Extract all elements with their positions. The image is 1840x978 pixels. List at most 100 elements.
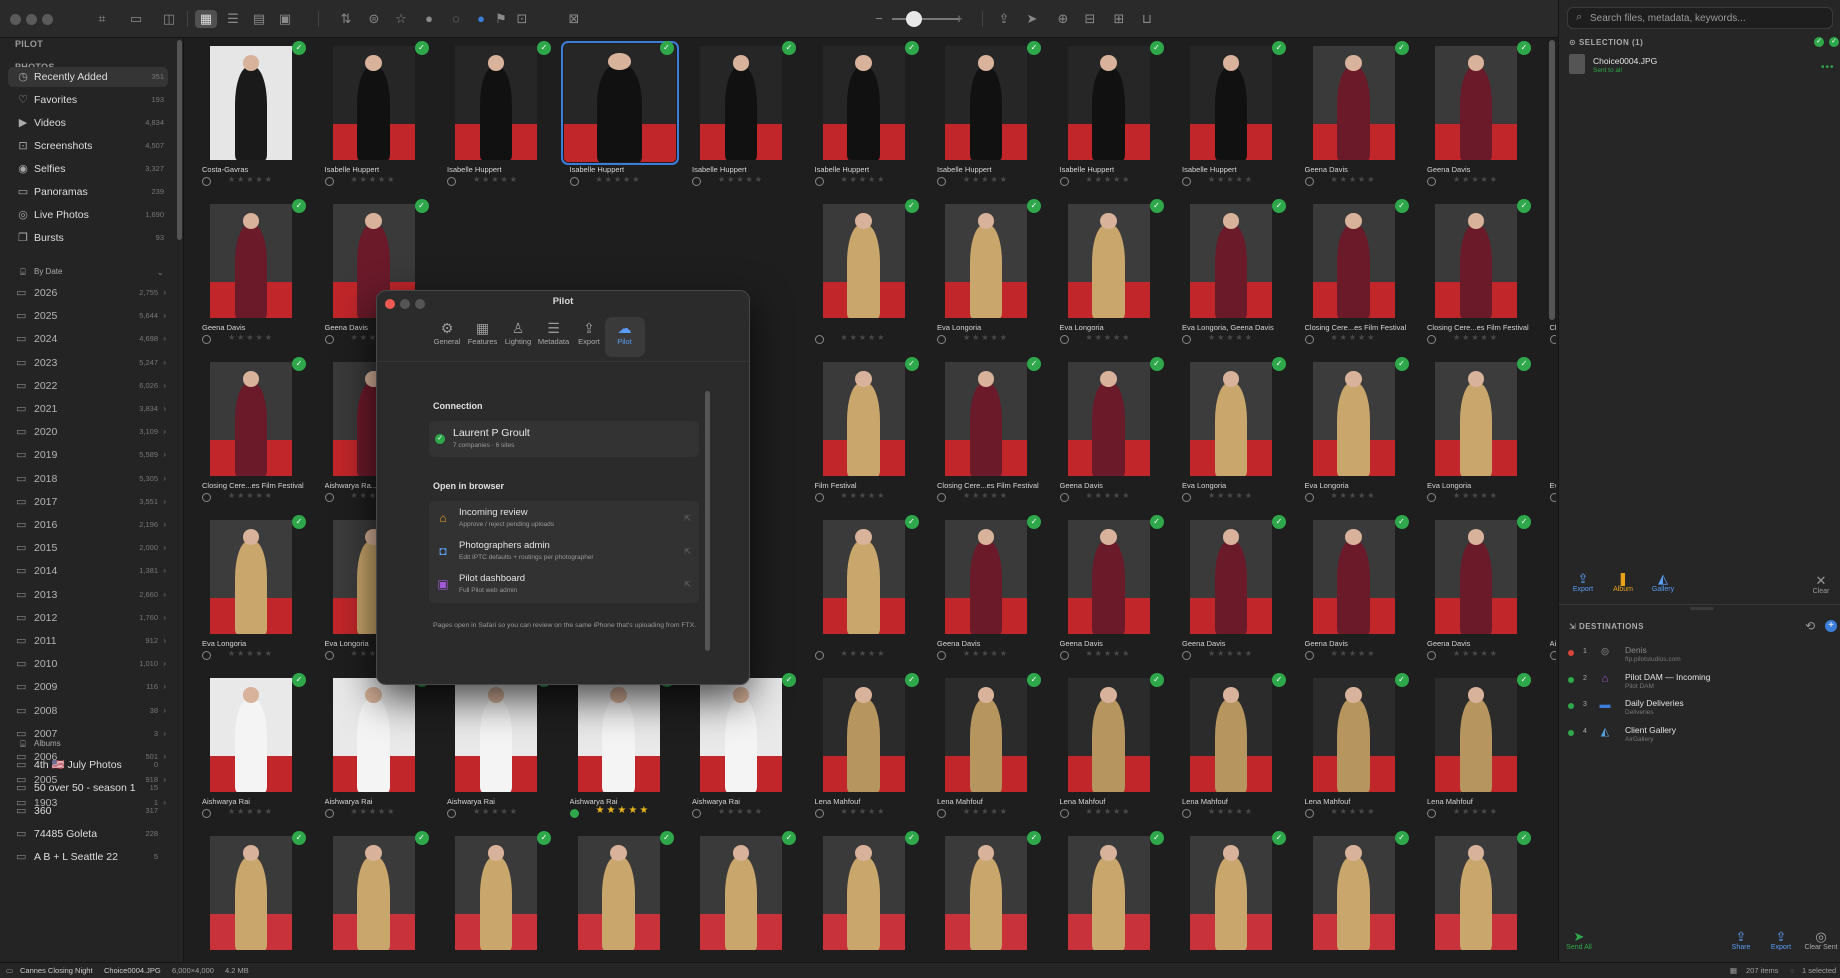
star-rating[interactable]: ★★★★★	[1453, 333, 1499, 342]
select-checkbox[interactable]	[692, 177, 701, 186]
sidebar-year-2021[interactable]: ▭ 2021 3,834 ›	[8, 399, 168, 419]
star-rating[interactable]: ★★★★★	[1086, 807, 1132, 816]
photo-thumbnail[interactable]	[332, 46, 415, 160]
star-rating[interactable]: ★★★★★	[841, 175, 887, 184]
photo-thumbnail[interactable]	[700, 836, 782, 950]
sidebar-year-2022[interactable]: ▭ 2022 6,026 ›	[8, 376, 168, 396]
sidebar-year-2020[interactable]: ▭ 2020 3,109 ›	[8, 422, 168, 442]
star-rating[interactable]: ★★★★★	[228, 649, 274, 658]
sidebar-year-2025[interactable]: ▭ 2025 5,644 ›	[8, 306, 168, 326]
photo-thumbnail[interactable]	[822, 46, 905, 160]
sidebar-album[interactable]: ▭ 360 317	[8, 801, 168, 821]
photo-cell[interactable]: ✓ Aishwarya Rai ★★★★★	[319, 670, 437, 820]
select-checkbox[interactable]	[1549, 493, 1556, 502]
photo-cell[interactable]: ✓	[1054, 828, 1172, 962]
sidebar-year-2018[interactable]: ▭ 2018 5,305 ›	[8, 469, 168, 489]
photo-cell[interactable]: ✓ Lena Mahfouf ★★★★★	[1054, 670, 1172, 820]
photo-thumbnail[interactable]	[1435, 362, 1517, 476]
star-rating[interactable]: ★★★★★	[228, 807, 274, 816]
select-checkbox[interactable]	[324, 493, 334, 502]
photo-cell[interactable]: ✓	[441, 828, 559, 962]
select-checkbox[interactable]	[1182, 809, 1191, 818]
select-checkbox[interactable]	[937, 493, 946, 502]
star-rating[interactable]: ★★★★★	[1208, 649, 1254, 658]
star-rating[interactable]: ★★★★★	[1453, 649, 1499, 658]
send-all-button[interactable]: ➤ Send All	[1559, 930, 1599, 952]
photo-thumbnail[interactable]	[700, 46, 782, 160]
photo-cell[interactable]: ✓	[1544, 828, 1557, 962]
export-action-button[interactable]: ⇪ Export	[1563, 572, 1603, 594]
star-filter-icon[interactable]: ☆	[392, 10, 410, 28]
photo-cell[interactable]: ✓ Aishwarya Rai ★★★★★	[1544, 512, 1556, 662]
photo-thumbnail[interactable]	[945, 204, 1027, 318]
sidebar-year-2009[interactable]: ▭ 2009 116 ›	[8, 677, 168, 697]
tab-features[interactable]: ▦ Features	[463, 317, 503, 357]
tab-metadata[interactable]: ☰ Metadata	[534, 317, 574, 357]
star-rating[interactable]: ★★★★★	[473, 807, 519, 816]
photo-cell[interactable]: ✓ Geena Davis ★★★★★	[1054, 354, 1172, 504]
photo-thumbnail[interactable]	[332, 678, 415, 792]
photo-thumbnail[interactable]	[822, 362, 905, 476]
photo-cell[interactable]: ✓ Lena Mahfouf ★★★★★	[809, 670, 927, 820]
sidebar-item-screenshots[interactable]: ⊡ Screenshots 4,507	[8, 136, 168, 156]
photo-thumbnail[interactable]	[1190, 46, 1272, 160]
tab-general[interactable]: ⚙ General	[427, 317, 467, 357]
photo-cell[interactable]: ✓ Aishwarya Rai ★★★★★	[686, 670, 804, 820]
photo-cell[interactable]: ✓ Lena Mahfouf ★★★★★	[1421, 670, 1539, 820]
photo-cell[interactable]: ✓ ★★★★★	[809, 196, 927, 346]
sidebar-year-2017[interactable]: ▭ 2017 3,551 ›	[8, 492, 168, 512]
sidebar-year-2012[interactable]: ▭ 2012 1,760 ›	[8, 608, 168, 628]
sidebar-year-2014[interactable]: ▭ 2014 1,381 ›	[8, 561, 168, 581]
select-checkbox[interactable]	[1427, 335, 1436, 344]
photo-thumbnail[interactable]	[1312, 678, 1395, 792]
photo-cell[interactable]: ✓ Eva Longoria ★★★★★	[1421, 354, 1539, 504]
photo-view-icon[interactable]: ▣	[276, 10, 294, 28]
select-checkbox[interactable]	[569, 177, 579, 186]
photo-cell[interactable]: ✓ Eva Longoria ★★★★★	[1176, 354, 1294, 504]
photo-thumbnail[interactable]	[455, 678, 537, 792]
select-checkbox[interactable]	[1182, 177, 1191, 186]
zoom-in-button[interactable]: +	[950, 10, 968, 28]
photo-thumbnail[interactable]	[577, 678, 660, 792]
photo-thumbnail[interactable]	[1190, 520, 1272, 634]
photo-cell[interactable]: ✓	[319, 828, 437, 962]
photo-thumbnail[interactable]	[455, 46, 537, 160]
photo-thumbnail[interactable]	[332, 836, 415, 950]
panel-resize-handle[interactable]	[1690, 607, 1714, 610]
connection-card[interactable]: ✓ Laurent P Groult 7 companies · 6 sites	[429, 421, 699, 457]
select-checkbox[interactable]	[814, 651, 824, 660]
select-checkbox[interactable]	[814, 809, 824, 818]
photo-thumbnail[interactable]	[1190, 678, 1272, 792]
star-rating[interactable]: ★★★★★	[1453, 807, 1499, 816]
album-action-button[interactable]: ❚ Album	[1603, 572, 1643, 594]
photo-cell[interactable]: ✓	[1421, 828, 1539, 962]
select-checkbox[interactable]	[1549, 335, 1556, 344]
open-link-pilot-dashboard[interactable]: ▣ Pilot dashboard Full Pilot web admin ⇱	[429, 567, 699, 603]
select-checkbox[interactable]	[202, 809, 211, 818]
photo-cell[interactable]: ✓ Eva Longoria ★★★★★	[931, 196, 1049, 346]
select-checkbox[interactable]	[1182, 651, 1191, 660]
photo-cell[interactable]: ✓ ★★★★★	[809, 512, 927, 662]
select-checkbox[interactable]	[814, 177, 824, 186]
photo-cell[interactable]: ✓ Eva Longoria, Geena Davis ★★★★★	[1176, 196, 1294, 346]
sidebar-item-videos[interactable]: ▶ Videos 4,834	[8, 113, 168, 133]
share-button[interactable]: ⇪ Share	[1721, 930, 1761, 952]
star-rating[interactable]: ★★★★★	[473, 175, 519, 184]
selected-thumbnail[interactable]	[1569, 54, 1585, 74]
star-rating[interactable]: ★★★★★	[1086, 649, 1132, 658]
magnify-icon[interactable]: ⊕	[1054, 10, 1072, 28]
photo-cell[interactable]: ✓ Geena Davis ★★★★★	[1054, 512, 1172, 662]
select-checkbox[interactable]	[1304, 651, 1314, 660]
photo-cell[interactable]: ✓ Lena Mahfouf ★★★★★	[1176, 670, 1294, 820]
photo-thumbnail[interactable]	[945, 520, 1027, 634]
star-rating[interactable]: ★★★★★	[1208, 333, 1254, 342]
star-rating[interactable]: ★★★★★	[1331, 649, 1377, 658]
sidebar-year-2010[interactable]: ▭ 2010 1,010 ›	[8, 654, 168, 674]
person-icon[interactable]: ⊠	[565, 10, 583, 28]
sidebar-year-2023[interactable]: ▭ 2023 5,247 ›	[8, 353, 168, 373]
photo-cell[interactable]: ✓ Costa-Gavras ★★★★★	[196, 38, 314, 188]
select-checkbox[interactable]	[937, 809, 946, 818]
photo-thumbnail[interactable]	[1190, 204, 1272, 318]
import-icon[interactable]: ⊞	[1110, 10, 1128, 28]
photo-thumbnail[interactable]	[945, 836, 1027, 950]
